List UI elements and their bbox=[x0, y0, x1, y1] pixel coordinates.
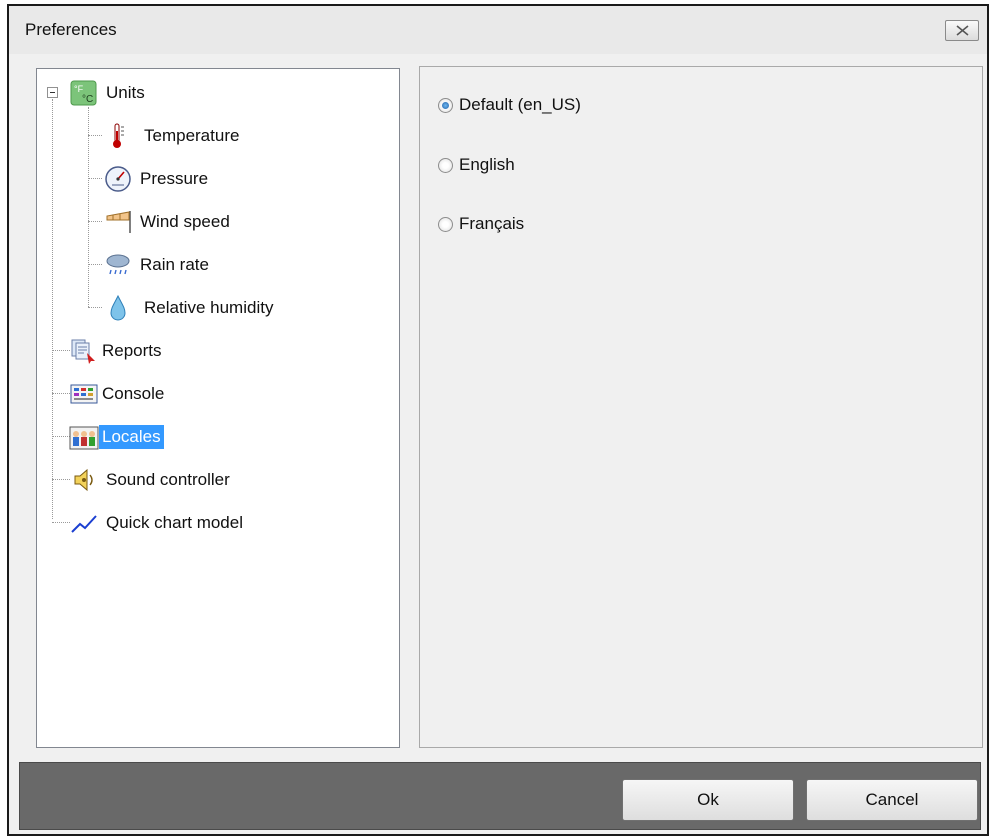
cancel-button[interactable]: Cancel bbox=[806, 779, 978, 821]
tree-item-sound-controller[interactable]: Sound controller bbox=[69, 465, 233, 495]
tree-item-label: Relative humidity bbox=[144, 298, 274, 317]
tree-guide-line bbox=[88, 135, 102, 136]
tree-guide-line bbox=[52, 522, 70, 523]
tree-guide-line bbox=[88, 307, 102, 308]
preferences-window: Preferences °F °C Units Temperature Pres… bbox=[7, 4, 989, 836]
ok-button[interactable]: Ok bbox=[622, 779, 794, 821]
tree-guide-line bbox=[88, 221, 102, 222]
category-tree[interactable]: °F °C Units Temperature Pressure Wind sp… bbox=[36, 68, 400, 748]
tree-item-label: Wind speed bbox=[140, 212, 230, 231]
locale-settings-panel: Default (en_US) English Français bbox=[419, 66, 983, 748]
tree-item-units[interactable]: °F °C Units bbox=[69, 78, 148, 108]
tree-guide-line bbox=[88, 107, 89, 307]
radio-label: Default (en_US) bbox=[459, 95, 581, 114]
radio-label: English bbox=[459, 155, 515, 174]
tree-guide-line bbox=[52, 479, 70, 480]
tree-item-label: Reports bbox=[102, 341, 162, 360]
svg-text:°F: °F bbox=[74, 84, 84, 94]
speaker-icon bbox=[69, 465, 99, 495]
tree-guide-line bbox=[52, 436, 70, 437]
locales-people-icon bbox=[69, 422, 99, 452]
tree-item-label: Units bbox=[106, 83, 145, 102]
radio-button[interactable] bbox=[438, 157, 453, 173]
tree-item-label: Pressure bbox=[140, 169, 209, 188]
windsock-icon bbox=[103, 207, 133, 237]
tree-guide-line bbox=[52, 350, 70, 351]
tree-item-relative-humidity[interactable]: Relative humidity bbox=[103, 293, 276, 323]
collapse-toggle-units[interactable] bbox=[47, 87, 58, 98]
tree-item-temperature[interactable]: Temperature bbox=[103, 121, 242, 151]
tree-item-label: Quick chart model bbox=[106, 513, 243, 532]
tree-item-label: Temperature bbox=[144, 126, 240, 145]
tree-item-reports[interactable]: Reports bbox=[69, 336, 165, 366]
close-icon bbox=[956, 25, 969, 36]
barometer-icon bbox=[103, 164, 133, 194]
tree-item-label: Locales bbox=[99, 425, 164, 449]
thermometer-icon bbox=[103, 121, 133, 151]
radio-label: Français bbox=[459, 214, 525, 233]
console-icon bbox=[69, 379, 99, 409]
tree-guide-line bbox=[52, 99, 53, 519]
temperature-units-icon: °F °C bbox=[69, 78, 99, 108]
svg-text:°C: °C bbox=[82, 94, 93, 105]
tree-item-pressure[interactable]: Pressure bbox=[103, 164, 211, 194]
radio-button[interactable] bbox=[438, 97, 453, 113]
tree-guide-line bbox=[88, 178, 102, 179]
water-drop-icon bbox=[103, 293, 133, 323]
rain-cloud-icon bbox=[103, 250, 133, 280]
tree-item-console[interactable]: Console bbox=[69, 379, 167, 409]
tree-guide-line bbox=[88, 264, 102, 265]
reports-icon bbox=[69, 336, 99, 366]
tree-item-label: Console bbox=[102, 384, 165, 403]
dialog-content: °F °C Units Temperature Pressure Wind sp… bbox=[19, 58, 983, 754]
tree-item-label: Sound controller bbox=[106, 470, 230, 489]
tree-item-quick-chart-model[interactable]: Quick chart model bbox=[69, 508, 246, 538]
close-button[interactable] bbox=[945, 20, 979, 41]
tree-item-rain-rate[interactable]: Rain rate bbox=[103, 250, 212, 280]
locale-option-default[interactable]: Default (en_US) bbox=[438, 93, 581, 117]
tree-item-label: Rain rate bbox=[140, 255, 209, 274]
locale-option-english[interactable]: English bbox=[438, 153, 515, 177]
radio-button[interactable] bbox=[438, 216, 453, 232]
tree-item-wind-speed[interactable]: Wind speed bbox=[103, 207, 233, 237]
tree-guide-line bbox=[52, 393, 70, 394]
line-chart-icon bbox=[69, 508, 99, 538]
locale-option-francais[interactable]: Français bbox=[438, 212, 524, 236]
window-title: Preferences bbox=[25, 20, 117, 39]
dialog-button-bar: Ok Cancel bbox=[19, 762, 981, 830]
title-bar: Preferences bbox=[9, 6, 987, 54]
tree-item-locales[interactable]: Locales bbox=[69, 422, 164, 452]
